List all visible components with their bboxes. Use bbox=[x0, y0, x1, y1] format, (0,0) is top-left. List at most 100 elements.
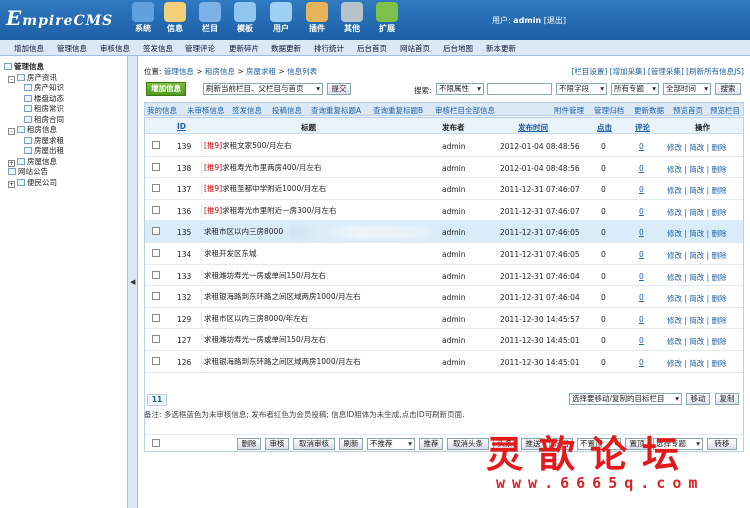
row-title[interactable]: 求租潍坊寿光一房或单间150/月左右 bbox=[201, 333, 426, 348]
attribute-select[interactable]: 不限属性 bbox=[436, 83, 484, 95]
quick-edit-link[interactable]: 简改 bbox=[689, 251, 704, 260]
col-comments[interactable]: 评论 bbox=[635, 122, 650, 133]
edit-link[interactable]: 修改 bbox=[667, 273, 682, 282]
delete-link[interactable]: 删除 bbox=[712, 294, 727, 303]
row-comments[interactable]: 0 bbox=[639, 142, 644, 151]
topnav-1[interactable]: 系统 bbox=[128, 2, 158, 34]
row-title-text[interactable]: 求租市区以内三房8000/年左右 bbox=[204, 314, 308, 323]
sidebar-toggle[interactable]: ◀ bbox=[128, 56, 138, 508]
field-select[interactable]: 不限字段 bbox=[556, 83, 607, 95]
delete-link[interactable]: 删除 bbox=[712, 337, 727, 346]
row-checkbox[interactable] bbox=[152, 184, 160, 193]
filter-link[interactable]: 签发信息 bbox=[232, 105, 262, 116]
batch-delete-button[interactable]: 删除 bbox=[237, 438, 261, 450]
menu-item-7[interactable]: 数据更新 bbox=[271, 43, 301, 54]
row-title-text[interactable]: 求租圣都中学附近1000/月左右 bbox=[222, 184, 326, 193]
breadcrumb-item[interactable]: 管理信息 bbox=[164, 67, 194, 76]
row-checkbox[interactable] bbox=[152, 270, 160, 279]
tree-node[interactable]: 房屋出租 bbox=[24, 145, 64, 156]
tree-node[interactable]: + 房屋信息 bbox=[8, 156, 57, 167]
delete-link[interactable]: 删除 bbox=[712, 359, 727, 368]
delete-link[interactable]: 删除 bbox=[712, 273, 727, 282]
row-title[interactable]: 求租银海路到东环路之间区域两房1000/月左右 bbox=[201, 290, 426, 305]
quick-edit-link[interactable]: 简改 bbox=[689, 165, 704, 174]
menu-item-8[interactable]: 排行统计 bbox=[314, 43, 344, 54]
record-count[interactable]: 11 bbox=[147, 394, 167, 406]
recommend-select[interactable]: 不推荐 bbox=[367, 438, 415, 450]
quick-edit-link[interactable]: 简改 bbox=[689, 186, 704, 195]
menu-item-2[interactable]: 管理信息 bbox=[57, 43, 87, 54]
row-title-text[interactable]: 求租银海路到东环路之间区域两房1000/月左右 bbox=[204, 357, 361, 366]
edit-link[interactable]: 修改 bbox=[667, 359, 682, 368]
tool-link[interactable]: 预览栏目 bbox=[710, 105, 740, 116]
filter-link[interactable]: 我的信息 bbox=[147, 105, 177, 116]
row-title-text[interactable]: 求租寿光市里两房400/月左右 bbox=[222, 163, 321, 172]
row-id[interactable]: 127 bbox=[177, 336, 191, 345]
quick-edit-link[interactable]: 简改 bbox=[689, 316, 704, 325]
edit-link[interactable]: 修改 bbox=[667, 229, 682, 238]
menu-item-5[interactable]: 管理评论 bbox=[185, 43, 215, 54]
row-title-text[interactable]: 求租潍坊寿光一房或单间150/月左右 bbox=[204, 335, 326, 344]
row-checkbox[interactable] bbox=[152, 227, 160, 236]
delete-link[interactable]: 删除 bbox=[712, 208, 727, 217]
breadcrumb-item[interactable]: 租房信息 bbox=[205, 67, 235, 76]
menu-item-12[interactable]: 新本更新 bbox=[486, 43, 516, 54]
tree-node[interactable]: 管理信息 bbox=[4, 61, 44, 72]
topnav-5[interactable]: 用户 bbox=[266, 2, 296, 34]
row-comments[interactable]: 0 bbox=[639, 228, 644, 237]
row-title[interactable]: 求租潍坊寿光一房或单间150/月左右 bbox=[201, 268, 426, 283]
menu-item-9[interactable]: 后台首页 bbox=[357, 43, 387, 54]
refresh-scope-select[interactable]: 刷新当前栏目、父栏目与首页 bbox=[203, 83, 323, 95]
row-title[interactable]: 求租市区以内三房8000/年左右 bbox=[201, 311, 426, 326]
row-comments[interactable]: 0 bbox=[639, 207, 644, 216]
batch-audit-button[interactable]: 审核 bbox=[265, 438, 289, 450]
row-title[interactable]: [推9]求租寿光市里附近一房300/月左右 bbox=[201, 203, 426, 218]
collapse-arrow-icon[interactable]: ◀ bbox=[130, 278, 135, 286]
menu-item-3[interactable]: 审核信息 bbox=[100, 43, 130, 54]
cancel-headline-button[interactable]: 取消头条 bbox=[447, 438, 489, 450]
edit-link[interactable]: 修改 bbox=[667, 316, 682, 325]
tool-link[interactable]: 附件管理 bbox=[554, 105, 584, 116]
row-title[interactable]: [推9]求租寿光市里两房400/月左右 bbox=[201, 160, 426, 175]
topnav-2[interactable]: 信息 bbox=[160, 2, 190, 34]
tool-link[interactable]: 预览首页 bbox=[673, 105, 703, 116]
tree-node[interactable]: - 租房信息 bbox=[8, 124, 57, 135]
tree-node[interactable]: - 房产资讯 bbox=[8, 72, 57, 83]
quick-edit-link[interactable]: 简改 bbox=[689, 294, 704, 303]
tree-node[interactable]: 楼盘动态 bbox=[24, 93, 64, 104]
recommend-button[interactable]: 推荐 bbox=[419, 438, 443, 450]
col-id[interactable]: ID bbox=[177, 122, 186, 131]
topnav-4[interactable]: 模板 bbox=[230, 2, 260, 34]
logout-link[interactable]: [退出] bbox=[544, 16, 566, 25]
row-comments[interactable]: 0 bbox=[639, 358, 644, 367]
row-checkbox[interactable] bbox=[152, 249, 160, 257]
quick-edit-link[interactable]: 简改 bbox=[689, 208, 704, 217]
row-id[interactable]: 129 bbox=[177, 315, 191, 324]
topnav-7[interactable]: 其他 bbox=[337, 2, 367, 34]
quick-edit-link[interactable]: 简改 bbox=[689, 229, 704, 238]
edit-link[interactable]: 修改 bbox=[667, 186, 682, 195]
tool-link[interactable]: 更新数据 bbox=[634, 105, 664, 116]
delete-link[interactable]: 删除 bbox=[712, 229, 727, 238]
tree-node[interactable]: 房产知识 bbox=[24, 82, 64, 93]
edit-link[interactable]: 修改 bbox=[667, 165, 682, 174]
row-comments[interactable]: 0 bbox=[639, 293, 644, 302]
row-comments[interactable]: 0 bbox=[639, 336, 644, 345]
topnav-3[interactable]: 栏目 bbox=[195, 2, 225, 34]
quick-edit-link[interactable]: 简改 bbox=[689, 143, 704, 152]
row-id[interactable]: 138 bbox=[177, 164, 191, 173]
topnav-8[interactable]: 扩展 bbox=[372, 2, 402, 34]
col-clicks[interactable]: 点击 bbox=[597, 122, 612, 133]
edit-link[interactable]: 修改 bbox=[667, 337, 682, 346]
filter-link[interactable]: 审核栏目全部信息 bbox=[435, 105, 495, 116]
row-title-text[interactable]: 求租寿光市里附近一房300/月左右 bbox=[222, 206, 336, 215]
row-title-text[interactable]: 求租潍坊寿光一房或单间150/月左右 bbox=[204, 271, 326, 280]
filter-link[interactable]: 未审核信息 bbox=[187, 105, 225, 116]
select-all-checkbox[interactable] bbox=[152, 439, 160, 447]
row-comments[interactable]: 0 bbox=[639, 185, 644, 194]
edit-link[interactable]: 修改 bbox=[667, 251, 682, 260]
row-id[interactable]: 133 bbox=[177, 272, 191, 281]
delete-link[interactable]: 删除 bbox=[712, 186, 727, 195]
topnav-6[interactable]: 插件 bbox=[302, 2, 332, 34]
topic-select[interactable]: 所有专题 bbox=[611, 83, 659, 95]
